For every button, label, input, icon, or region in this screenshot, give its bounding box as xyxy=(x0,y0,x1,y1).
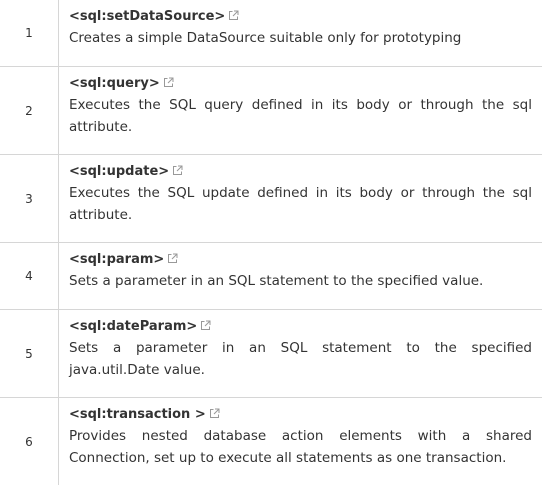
tag-link[interactable]: <sql:setDataSource> xyxy=(69,9,225,24)
tag-cell: <sql:setDataSource> Creates a simple Dat… xyxy=(69,8,532,49)
tag-link[interactable]: <sql:param> xyxy=(69,252,164,267)
tag-description: Provides nested database action elements… xyxy=(69,428,532,466)
external-link-icon[interactable] xyxy=(167,252,178,269)
tag-description: Sets a parameter in an SQL statement to … xyxy=(69,340,532,378)
tag-cell: <sql:update> Executes the SQL update def… xyxy=(69,163,532,226)
external-link-icon[interactable] xyxy=(228,9,239,26)
row-number: 1 xyxy=(0,0,59,66)
tag-link[interactable]: <sql:transaction > xyxy=(69,407,206,422)
tag-link[interactable]: <sql:update> xyxy=(69,164,169,179)
tag-description: Executes the SQL update defined in its b… xyxy=(69,185,532,223)
tag-title: <sql:update> xyxy=(69,163,532,181)
table-row: 1 <sql:setDataSource> Creates a simple D… xyxy=(0,0,542,67)
row-number: 6 xyxy=(0,398,59,485)
table-row: 3 <sql:update> Executes the SQL update d… xyxy=(0,155,542,243)
row-number: 4 xyxy=(0,243,59,309)
table-row: 5 <sql:dateParam> Sets a parameter in an… xyxy=(0,310,542,398)
row-number: 3 xyxy=(0,155,59,242)
table-row: 4 <sql:param> Sets a parameter in an SQL… xyxy=(0,243,542,310)
tag-description: Executes the SQL query defined in its bo… xyxy=(69,97,532,135)
tag-cell: <sql:query> Executes the SQL query defin… xyxy=(69,75,532,138)
external-link-icon[interactable] xyxy=(209,407,220,424)
tag-description: Creates a simple DataSource suitable onl… xyxy=(69,30,462,46)
sql-tags-table: 1 <sql:setDataSource> Creates a simple D… xyxy=(0,0,542,485)
tag-title: <sql:param> xyxy=(69,251,532,269)
tag-link[interactable]: <sql:dateParam> xyxy=(69,319,197,334)
tag-cell: <sql:param> Sets a parameter in an SQL s… xyxy=(69,251,532,292)
table-row: 6 <sql:transaction > Provides nested dat… xyxy=(0,398,542,485)
row-number: 2 xyxy=(0,67,59,154)
tag-description: Sets a parameter in an SQL statement to … xyxy=(69,273,484,289)
tag-title: <sql:dateParam> xyxy=(69,318,532,336)
external-link-icon[interactable] xyxy=(172,164,183,181)
tag-title: <sql:setDataSource> xyxy=(69,8,532,26)
tag-title: <sql:transaction > xyxy=(69,406,532,424)
external-link-icon[interactable] xyxy=(163,76,174,93)
tag-cell: <sql:transaction > Provides nested datab… xyxy=(69,406,532,469)
tag-cell: <sql:dateParam> Sets a parameter in an S… xyxy=(69,318,532,381)
tag-title: <sql:query> xyxy=(69,75,532,93)
row-number: 5 xyxy=(0,310,59,397)
table-row: 2 <sql:query> Executes the SQL query def… xyxy=(0,67,542,155)
tag-link[interactable]: <sql:query> xyxy=(69,76,160,91)
external-link-icon[interactable] xyxy=(200,319,211,336)
